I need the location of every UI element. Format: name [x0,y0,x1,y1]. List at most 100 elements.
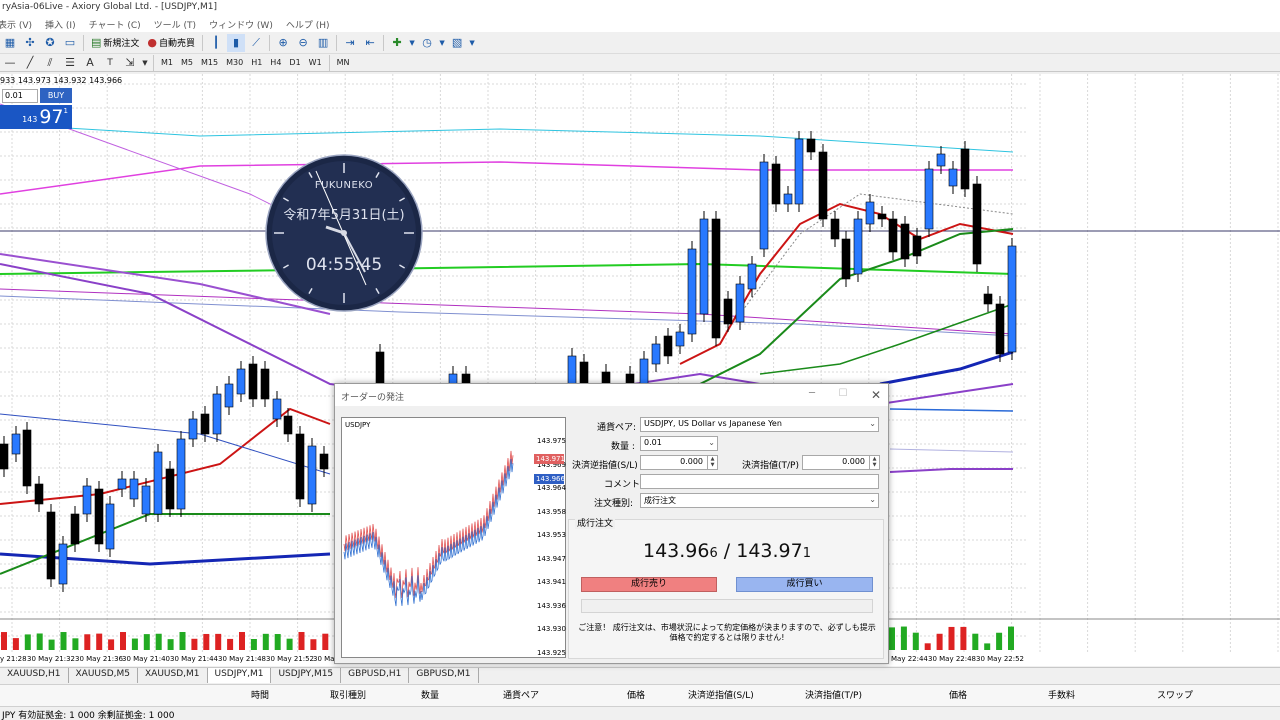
spinner-icon[interactable]: ▲ ▼ [707,456,717,469]
chart-tabs: XAUUSD,H1 XAUUSD,M5 XAUUSD,M1 USDJPY,M1 USDJ… [0,667,1280,683]
timeframe-mn[interactable]: MN [333,56,354,70]
column-volume[interactable]: 数量 [421,688,439,701]
volume-select[interactable]: 0.01 ⌄ [640,436,718,451]
column-time[interactable]: 時間 [251,688,269,701]
chart-tab[interactable]: USDJPY,M1 [207,668,272,683]
auto-scroll-icon[interactable]: ⇥ [341,34,359,52]
zoom-out-icon[interactable]: ⊖ [294,34,312,52]
line-chart-icon[interactable]: ⟋ [247,34,265,52]
chevron-down-icon[interactable]: ▼ [468,34,476,52]
volume-bar [24,634,31,650]
candle [995,303,1005,355]
toolbar-separator [269,34,271,51]
text-icon[interactable]: A [81,54,99,72]
trendline-icon[interactable]: ╱ [21,54,39,72]
timeframe-h4[interactable]: H4 [266,56,285,70]
column-commission[interactable]: 手数料 [1048,688,1075,701]
new-order-button[interactable]: ▤ 新規注文 [87,34,143,52]
chart-shift-icon[interactable]: ⇤ [361,34,379,52]
menu-help[interactable]: ヘルプ (H) [286,16,335,32]
candle [58,543,68,585]
order-type-select[interactable]: 成行注文 ⌄ [640,493,879,508]
lot-size-input[interactable]: 0.01 [2,89,38,103]
buy-price-display[interactable]: 143 97 1 [0,105,72,129]
tp-input[interactable]: 0.000 ▲ ▼ [802,455,880,470]
crosshair-icon[interactable]: ✣ [21,34,39,52]
profiles-icon[interactable]: ▦ [1,34,19,52]
column-type[interactable]: 取引種別 [330,688,366,701]
menu-window[interactable]: ウィンドウ (W) [209,16,278,32]
market-sell-button[interactable]: 成行売り [581,577,717,592]
candle [272,398,282,420]
symbol-select[interactable]: USDJPY, US Dollar vs Japanese Yen ⌄ [640,417,879,432]
comment-input[interactable] [640,474,879,489]
volume-bar [143,634,150,650]
menu-view[interactable]: 表示 (V) [0,16,37,32]
order-type-value: 成行注文 [644,496,676,505]
volume-bar [108,639,115,650]
volume-bar [239,632,245,650]
volume-bar [215,633,222,650]
menu-insert[interactable]: 挿入 (I) [45,16,81,32]
chevron-down-icon[interactable]: ▼ [141,54,149,72]
column-current-price[interactable]: 価格 [949,688,967,701]
horizontal-line-icon[interactable]: — [1,54,19,72]
navigator-icon[interactable]: ▭ [61,34,79,52]
close-icon[interactable]: ✕ [869,388,883,402]
timeframe-d1[interactable]: D1 [285,56,304,70]
ma-line [0,161,1013,195]
arrows-icon[interactable]: ⇲ [121,54,139,72]
zoom-in-icon[interactable]: ⊕ [274,34,292,52]
chart-tab[interactable]: XAUUSD,M5 [69,668,138,683]
chart-tab[interactable]: GBPUSD,H1 [341,668,410,683]
menu-chart[interactable]: チャート (C) [89,16,146,32]
favorites-icon[interactable]: ✪ [41,34,59,52]
menu-tools[interactable]: ツール (T) [154,16,201,32]
column-tp[interactable]: 決済指値(T/P) [805,688,862,701]
timeframe-w1[interactable]: W1 [305,56,326,70]
chevron-down-icon[interactable]: ▼ [438,34,446,52]
notice-line-1: ご注意！ 成行注文は、市場状況によって約定価格が決まりますので、必ずしも提示 [578,623,876,632]
column-swap[interactable]: スワップ [1157,688,1193,701]
column-sl[interactable]: 決済逆指値(S/L) [688,688,754,701]
candle [853,218,863,275]
sl-label: 決済逆指値(S/L) [572,461,638,471]
chevron-down-icon[interactable]: ▼ [408,34,416,52]
periods-icon[interactable]: ◷ [418,34,436,52]
candle-chart-icon[interactable]: ▮ [227,33,246,52]
timeframe-m1[interactable]: M1 [157,56,177,70]
timeframe-m30[interactable]: M30 [222,56,247,70]
channel-icon[interactable]: ⫽ [41,54,59,72]
label-icon[interactable]: T [101,54,119,72]
chart-tab[interactable]: GBPUSD,M1 [409,668,479,683]
templates-icon[interactable]: ▧ [448,34,466,52]
spinner-icon[interactable]: ▲ ▼ [869,456,879,469]
sl-input[interactable]: 0.000 ▲ ▼ [640,455,718,470]
minimize-icon[interactable]: ─ [805,388,819,402]
indicators-icon[interactable]: ✚ [388,34,406,52]
market-buy-button[interactable]: 成行買い [736,577,873,592]
chart-tab[interactable]: USDJPY,M15 [271,668,342,683]
timeframe-m15[interactable]: M15 [197,56,222,70]
candle [936,153,946,167]
chart-tab[interactable]: XAUUSD,H1 [0,668,69,683]
timeframe-h1[interactable]: H1 [247,56,266,70]
column-price[interactable]: 価格 [627,688,645,701]
volume-bar [203,633,210,650]
one-click-buy-button[interactable]: BUY [40,88,72,103]
bar-chart-icon[interactable]: ┃ [207,34,225,52]
price-tag: 143.971 [534,454,565,464]
auto-trade-button[interactable]: ● 自動売買 [143,34,199,52]
chart-tab[interactable]: XAUUSD,M1 [138,668,208,683]
fibonacci-icon[interactable]: ☰ [61,54,79,72]
tile-windows-icon[interactable]: ▥ [314,34,332,52]
candle [117,478,127,490]
volume-bar [12,638,19,650]
chevron-down-icon: ⌄ [708,438,715,447]
timeframe-m5[interactable]: M5 [177,56,197,70]
candle [711,218,721,339]
candle [651,343,661,365]
candle [105,503,115,550]
standard-toolbar: ▦ ✣ ✪ ▭ ▤ 新規注文 ● 自動売買 ┃ ▮ ⟋ ⊕ ⊖ ▥ ⇥ ⇤ ✚ ▼ … [0,32,1280,54]
column-symbol[interactable]: 通貨ペア [503,688,539,701]
